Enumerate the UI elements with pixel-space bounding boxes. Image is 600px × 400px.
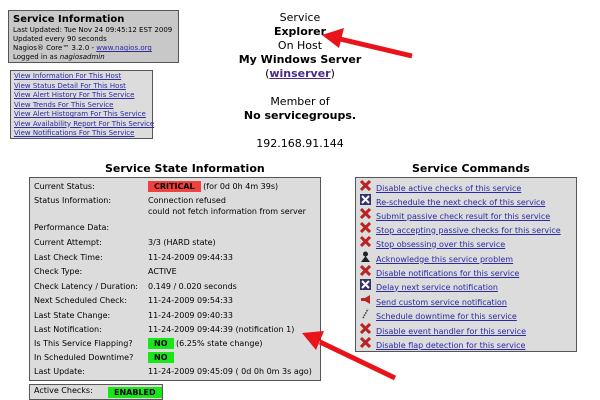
- arrow-notification: [302, 331, 397, 381]
- annotation-arrows: [302, 28, 413, 381]
- arrow-explorer: [322, 28, 413, 59]
